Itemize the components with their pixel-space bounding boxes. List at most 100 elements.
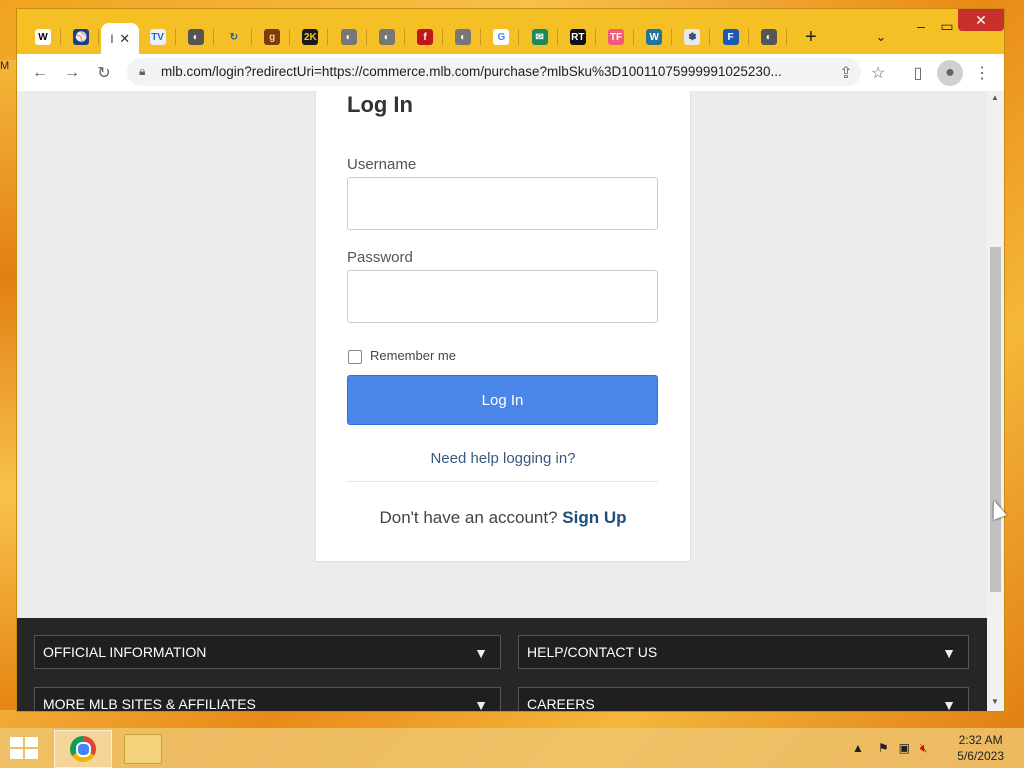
wordpress-icon: W: [646, 29, 663, 45]
triangle-down-icon: ▼: [942, 697, 956, 711]
close-tab-icon[interactable]: ✕: [119, 31, 130, 47]
active-tab[interactable]: l ✕: [101, 23, 140, 54]
browser-tab[interactable]: F: [713, 23, 749, 51]
windows-start-icon[interactable]: [10, 737, 38, 759]
google-icon: G: [493, 29, 510, 45]
fan-icon: F: [722, 29, 739, 45]
browser-tab[interactable]: ⚾: [63, 23, 100, 51]
signup-row: Don't have an account? Sign Up: [316, 508, 690, 528]
footer-official-information[interactable]: OFFICIAL INFORMATION ▼: [34, 635, 501, 669]
browser-tab[interactable]: f: [407, 23, 443, 51]
footer-help-contact[interactable]: HELP/CONTACT US ▼: [518, 635, 969, 669]
forward-icon[interactable]: →: [59, 60, 85, 86]
browser-tab[interactable]: TF: [598, 23, 634, 51]
profile-avatar-icon[interactable]: ●: [937, 60, 963, 86]
tab-separator: [518, 29, 520, 45]
tab-separator: [633, 29, 634, 45]
username-label: Username: [347, 156, 417, 173]
globe-icon: ◐: [378, 29, 395, 45]
footer-careers[interactable]: CAREERS ▼: [518, 687, 969, 711]
tab-separator: [709, 29, 711, 45]
browser-tab[interactable]: ◐: [178, 23, 214, 51]
address-bar[interactable]: 🔒︎ mlb.com/login?redirectUri=https://com…: [127, 58, 861, 86]
remember-me-label[interactable]: Remember me: [370, 348, 456, 363]
browser-tab[interactable]: ◐: [751, 23, 787, 51]
scroll-up-icon[interactable]: ▲: [991, 93, 999, 102]
browser-tab[interactable]: ✽: [674, 23, 711, 51]
wikipedia-icon: W: [35, 29, 51, 45]
volume-muted-icon[interactable]: 🔇︎: [920, 741, 928, 756]
browser-window: W ⚾ l ✕ TV ◐ ↻ g 2K ◐ ◐ f ◐ G ✉ RT TF W ✽ F ◐ + ⌄ – ▭ ✕ ← → …: [16, 8, 1005, 712]
url-text[interactable]: mlb.com/login?redirectUri=https://commer…: [161, 64, 825, 79]
menu-kebab-icon[interactable]: ⋮: [969, 60, 995, 86]
tab-separator: [60, 29, 61, 45]
browser-toolbar: ← → ↻ 🔒︎ mlb.com/login?redirectUri=https…: [17, 54, 1004, 92]
new-tab-button[interactable]: +: [793, 23, 829, 51]
mail-icon: ✉: [531, 29, 548, 45]
system-tray: ▲ ⚑ ▣ 🔇︎: [852, 728, 928, 768]
clock-date: 5/6/2023: [957, 749, 1004, 763]
password-input[interactable]: [347, 270, 658, 323]
network-icon[interactable]: ▣: [899, 741, 910, 755]
browser-tab[interactable]: ↻: [216, 23, 252, 51]
browser-tab[interactable]: ◐: [331, 23, 367, 51]
globe-icon: ◐: [455, 29, 472, 45]
share-icon[interactable]: ⇪: [833, 60, 859, 86]
footer-more-mlb-sites[interactable]: MORE MLB SITES & AFFILIATES ▼: [34, 687, 501, 711]
tab-search-chevron-icon[interactable]: ⌄: [863, 23, 899, 51]
tab-strip: W ⚾ l ✕ TV ◐ ↻ g 2K ◐ ◐ f ◐ G ✉ RT TF W ✽ F ◐ + ⌄ – ▭ ✕: [17, 9, 1004, 54]
remember-me-checkbox[interactable]: [348, 350, 362, 364]
show-hidden-icons-icon[interactable]: ▲: [852, 741, 864, 755]
page-scrollbar[interactable]: ▲ ▼: [987, 91, 1004, 711]
browser-tab[interactable]: TV: [140, 23, 176, 51]
browser-tab[interactable]: ✉: [522, 23, 558, 51]
chrome-taskbar-icon[interactable]: [54, 730, 112, 768]
footer-item-label: CAREERS: [527, 696, 595, 711]
back-icon[interactable]: ←: [27, 60, 53, 86]
file-explorer-icon[interactable]: [124, 734, 162, 764]
signup-link[interactable]: Sign Up: [562, 508, 626, 527]
tf-icon: TF: [608, 29, 624, 45]
footer-item-label: OFFICIAL INFORMATION: [43, 644, 207, 660]
action-center-flag-icon[interactable]: ⚑: [878, 741, 889, 755]
login-button[interactable]: Log In: [347, 375, 658, 425]
tab-separator: [98, 29, 100, 45]
browser-tab[interactable]: ◐: [445, 23, 482, 51]
tab-separator: [671, 29, 673, 45]
browser-tab[interactable]: ◐: [369, 23, 405, 51]
tab-separator: [556, 29, 558, 45]
clock[interactable]: 2:32 AM 5/6/2023: [957, 732, 1004, 764]
reload-icon[interactable]: ↻: [91, 60, 117, 86]
help-link[interactable]: Need help logging in?: [316, 450, 690, 467]
triangle-down-icon: ▼: [474, 697, 488, 711]
tv-icon: TV: [149, 29, 166, 45]
tab-separator: [251, 29, 252, 45]
browser-tab[interactable]: W: [636, 23, 673, 51]
g-icon: g: [264, 29, 281, 45]
browser-tab[interactable]: g: [254, 23, 291, 51]
tab-separator: [480, 29, 482, 45]
tab-separator: [785, 29, 787, 45]
scroll-down-icon[interactable]: ▼: [991, 697, 999, 706]
2k-icon: 2K: [302, 29, 319, 45]
page-viewport: Log In Username Password Remember me Log…: [17, 91, 987, 711]
username-input[interactable]: [347, 177, 658, 230]
scrollbar-thumb[interactable]: [990, 247, 1001, 592]
signup-prompt: Don't have an account?: [379, 508, 558, 527]
tab-separator: [403, 29, 405, 45]
browser-tab[interactable]: 2K: [292, 23, 329, 51]
tab-separator: [212, 29, 214, 45]
clock-time: 2:32 AM: [958, 733, 1003, 747]
taskbar: ▲ ⚑ ▣ 🔇︎ 2:32 AM 5/6/2023: [0, 728, 1024, 768]
browser-tab[interactable]: G: [483, 23, 520, 51]
tab-separator: [174, 29, 176, 45]
mlb-icon: ⚾: [73, 29, 90, 45]
side-panel-icon[interactable]: ▯: [905, 60, 931, 86]
password-label: Password: [347, 249, 413, 266]
divider: [347, 481, 658, 482]
browser-tab[interactable]: W: [25, 23, 61, 51]
browser-tab[interactable]: RT: [560, 23, 596, 51]
bookmark-star-icon[interactable]: ☆: [865, 60, 891, 86]
close-window-button[interactable]: ✕: [958, 9, 1004, 31]
globe-icon: ◐: [760, 29, 777, 45]
